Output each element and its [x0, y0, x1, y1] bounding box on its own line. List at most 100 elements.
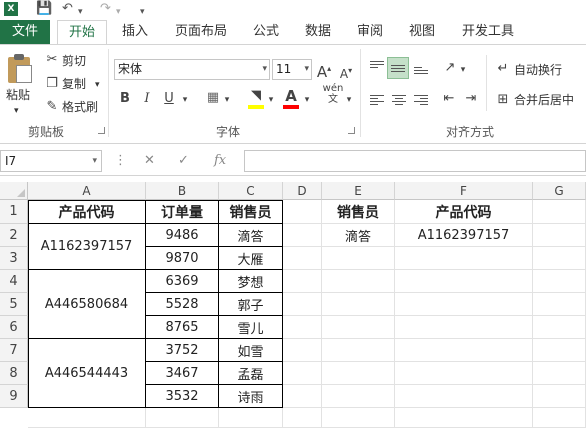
- decrease-indent-icon[interactable]: ⇤: [440, 90, 458, 108]
- merge-center-icon[interactable]: ⊞: [494, 91, 512, 109]
- cell[interactable]: [533, 224, 586, 247]
- cell[interactable]: [283, 316, 322, 339]
- cell[interactable]: [395, 362, 533, 385]
- cell[interactable]: [322, 362, 395, 385]
- increase-indent-icon[interactable]: ⇥: [462, 90, 480, 108]
- cell[interactable]: [395, 408, 533, 428]
- undo-dropdown-icon[interactable]: ▾: [78, 4, 83, 20]
- underline-dropdown-icon[interactable]: ▾: [180, 91, 190, 109]
- row-header-4[interactable]: 4: [0, 270, 28, 293]
- undo-icon[interactable]: ↶: [62, 1, 73, 17]
- cell-e2[interactable]: 滴答: [322, 224, 395, 247]
- phonetic-dropdown-icon[interactable]: ▾: [344, 91, 354, 109]
- paste-dropdown-icon[interactable]: ▾: [14, 103, 19, 119]
- font-color-dropdown-icon[interactable]: ▾: [302, 91, 312, 109]
- save-icon[interactable]: 💾: [36, 1, 52, 17]
- cell-a1[interactable]: 产品代码: [28, 200, 146, 224]
- format-painter-icon[interactable]: ✎: [44, 98, 60, 116]
- copy-dropdown-icon[interactable]: ▾: [95, 77, 100, 93]
- scissors-icon[interactable]: ✂: [44, 51, 60, 69]
- align-top-icon[interactable]: [370, 59, 384, 70]
- cell[interactable]: [533, 339, 586, 362]
- cell-b9[interactable]: 3532: [146, 385, 219, 408]
- orientation-dropdown-icon[interactable]: ▾: [458, 61, 468, 79]
- cell[interactable]: [395, 385, 533, 408]
- column-header-d[interactable]: D: [283, 182, 322, 200]
- format-painter-button[interactable]: 格式刷: [62, 99, 98, 115]
- cell-b1[interactable]: 订单量: [146, 200, 219, 224]
- cell[interactable]: [283, 293, 322, 316]
- cell-c6[interactable]: 雪儿: [219, 316, 283, 339]
- cell-c5[interactable]: 郭子: [219, 293, 283, 316]
- copy-icon[interactable]: ❐: [44, 75, 60, 93]
- orientation-icon[interactable]: ↗: [440, 59, 460, 77]
- cell[interactable]: [533, 293, 586, 316]
- cell-f2[interactable]: A1162397157: [395, 224, 533, 247]
- column-header-c[interactable]: C: [219, 182, 283, 200]
- cell[interactable]: [322, 270, 395, 293]
- cell-c7[interactable]: 如雪: [219, 339, 283, 362]
- shrink-font-icon[interactable]: A▾: [338, 62, 354, 83]
- column-header-a[interactable]: A: [28, 182, 146, 200]
- paste-button[interactable]: 粘贴: [6, 87, 30, 103]
- cell-b2[interactable]: 9486: [146, 224, 219, 247]
- cell[interactable]: [395, 247, 533, 270]
- column-header-g[interactable]: G: [533, 182, 586, 200]
- cell-c3[interactable]: 大雁: [219, 247, 283, 270]
- merged-cell-a2-a3[interactable]: A1162397157: [28, 224, 146, 270]
- cell-b5[interactable]: 5528: [146, 293, 219, 316]
- italic-button[interactable]: I: [138, 90, 156, 108]
- fill-color-icon[interactable]: ◥: [246, 87, 266, 105]
- row-header-7[interactable]: 7: [0, 339, 28, 362]
- customize-icon[interactable]: ▾: [140, 4, 145, 20]
- column-header-e[interactable]: E: [322, 182, 395, 200]
- formula-input[interactable]: [244, 150, 586, 172]
- cell[interactable]: [533, 362, 586, 385]
- cell[interactable]: [283, 385, 322, 408]
- tab-formulas[interactable]: 公式: [246, 20, 286, 44]
- bold-button[interactable]: B: [116, 90, 134, 108]
- cell[interactable]: [283, 408, 322, 428]
- merged-cell-a7-a9[interactable]: A446544443: [28, 339, 146, 408]
- cell[interactable]: [395, 339, 533, 362]
- tab-insert[interactable]: 插入: [115, 20, 155, 44]
- name-box[interactable]: I7 ▾: [0, 150, 102, 172]
- border-icon[interactable]: ▦: [204, 89, 222, 107]
- cell[interactable]: [395, 270, 533, 293]
- cell-b8[interactable]: 3467: [146, 362, 219, 385]
- cell[interactable]: [283, 270, 322, 293]
- merged-cell-a4-a6[interactable]: A446580684: [28, 270, 146, 339]
- row-header-2[interactable]: 2: [0, 224, 28, 247]
- cell[interactable]: [533, 247, 586, 270]
- font-name-select[interactable]: 宋体 ▾: [114, 59, 270, 80]
- cancel-icon[interactable]: ✕: [144, 153, 155, 168]
- enter-icon[interactable]: ✓: [178, 153, 189, 168]
- phonetic-icon[interactable]: wén 文: [322, 83, 344, 105]
- paste-icon[interactable]: [6, 53, 34, 83]
- cell-b6[interactable]: 8765: [146, 316, 219, 339]
- tab-data[interactable]: 数据: [298, 20, 338, 44]
- row-header-5[interactable]: 5: [0, 293, 28, 316]
- cell[interactable]: [322, 247, 395, 270]
- copy-button[interactable]: 复制: [62, 76, 86, 92]
- cell-c1[interactable]: 销售员: [219, 200, 283, 224]
- fill-dropdown-icon[interactable]: ▾: [266, 91, 276, 109]
- cell[interactable]: [322, 339, 395, 362]
- cell-b4[interactable]: 6369: [146, 270, 219, 293]
- border-dropdown-icon[interactable]: ▾: [222, 91, 232, 109]
- grow-font-icon[interactable]: A▴: [316, 60, 332, 81]
- select-all-button[interactable]: [0, 182, 28, 200]
- tab-developer[interactable]: 开发工具: [455, 20, 521, 44]
- cell[interactable]: [219, 408, 283, 428]
- spreadsheet-grid[interactable]: A B C D E F G 1 2 3 4 5 6 7 8 9 产品代码 订单量 销售员 销售员 产品代码 A116239…: [0, 182, 586, 428]
- column-header-f[interactable]: F: [395, 182, 533, 200]
- tab-home[interactable]: 开始: [57, 20, 107, 45]
- align-left-icon[interactable]: [370, 93, 384, 107]
- cell[interactable]: [533, 270, 586, 293]
- cell[interactable]: [283, 247, 322, 270]
- font-color-icon[interactable]: A: [282, 87, 300, 105]
- tab-file[interactable]: 文件: [0, 20, 50, 44]
- row-header-3[interactable]: 3: [0, 247, 28, 270]
- cell-b7[interactable]: 3752: [146, 339, 219, 362]
- cell[interactable]: [283, 339, 322, 362]
